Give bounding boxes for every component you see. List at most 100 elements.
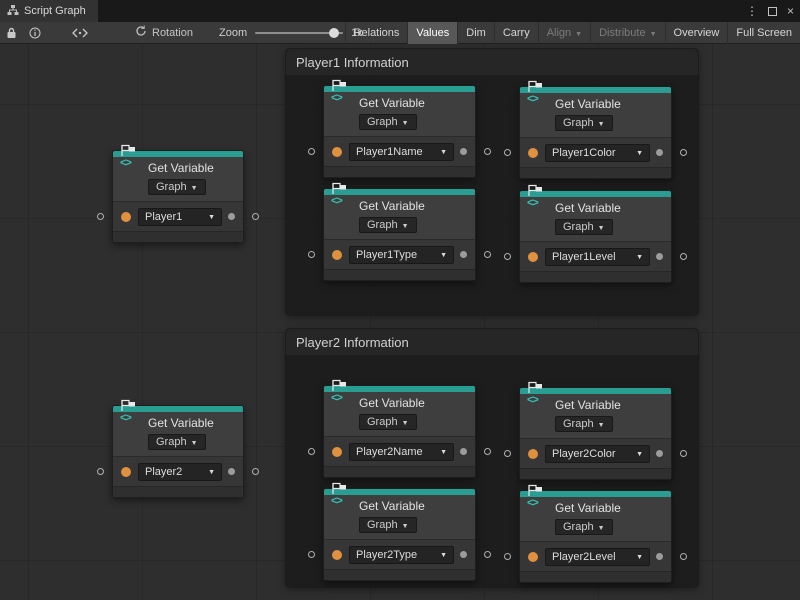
get-variable-node-player1type[interactable]: <> Get Variable Graph ▼ Player1Type ▼ [323, 188, 476, 281]
get-variable-node-player2level[interactable]: <> Get Variable Graph ▼ Player2Level ▼ [519, 490, 672, 583]
graph-kind-dropdown[interactable]: Graph ▼ [148, 434, 206, 450]
zoom-slider-handle[interactable] [329, 28, 339, 38]
value-output-dot[interactable] [460, 251, 467, 258]
variable-dropdown[interactable]: Player1 ▼ [138, 208, 222, 226]
input-port[interactable] [504, 253, 511, 260]
get-variable-node-player2name[interactable]: <> Get Variable Graph ▼ Player2Name ▼ [323, 385, 476, 478]
graph-kind-dropdown[interactable]: Graph ▼ [555, 115, 613, 131]
get-variable-node-player1color[interactable]: <> Get Variable Graph ▼ Player1Color ▼ [519, 86, 672, 179]
output-port[interactable] [484, 148, 491, 155]
toolbar-button-fullscreen[interactable]: Full Screen [727, 22, 800, 44]
value-output-dot[interactable] [228, 213, 235, 220]
variable-dropdown[interactable]: Player2 ▼ [138, 463, 222, 481]
maximize-icon[interactable] [768, 7, 777, 16]
value-output-dot[interactable] [656, 450, 663, 457]
get-variable-node-player1name[interactable]: <> Get Variable Graph ▼ Player1Name ▼ [323, 85, 476, 178]
variable-input-dot[interactable] [528, 552, 538, 562]
variable-input-dot[interactable] [528, 252, 538, 262]
variable-dropdown[interactable]: Player1Type ▼ [349, 246, 454, 264]
value-output-dot[interactable] [656, 253, 663, 260]
chevron-down-icon: ▼ [402, 223, 409, 230]
zoom-slider[interactable] [255, 27, 343, 39]
variable-dropdown[interactable]: Player1Level ▼ [545, 248, 650, 266]
get-variable-node-player2type[interactable]: <> Get Variable Graph ▼ Player2Type ▼ [323, 488, 476, 581]
variable-dropdown[interactable]: Player2Color ▼ [545, 445, 650, 463]
output-port[interactable] [252, 468, 259, 475]
get-variable-node-player2color[interactable]: <> Get Variable Graph ▼ Player2Color ▼ [519, 387, 672, 480]
variable-input-dot[interactable] [332, 550, 342, 560]
graph-kind-dropdown[interactable]: Graph ▼ [555, 416, 613, 432]
input-port[interactable] [308, 148, 315, 155]
toolbar-button-relations[interactable]: Relations [345, 22, 408, 44]
value-output-dot[interactable] [656, 553, 663, 560]
info-icon[interactable] [23, 22, 47, 44]
value-output-dot[interactable] [460, 551, 467, 558]
toolbar-button-overview[interactable]: Overview [665, 22, 728, 44]
graph-kind-dropdown[interactable]: Graph ▼ [148, 179, 206, 195]
get-variable-node-player1[interactable]: <> Get Variable Graph ▼ Player1 ▼ [112, 150, 244, 243]
graph-canvas[interactable]: Player1 Information Player2 Information … [0, 44, 800, 600]
variable-dropdown[interactable]: Player1Name ▼ [349, 143, 454, 161]
graph-kind-dropdown[interactable]: Graph ▼ [359, 414, 417, 430]
variable-input-dot[interactable] [121, 467, 131, 477]
toolbar-button-values[interactable]: Values [407, 22, 457, 44]
value-output-dot[interactable] [460, 148, 467, 155]
variable-input-dot[interactable] [332, 447, 342, 457]
chevron-down-icon: ▼ [636, 150, 643, 157]
toolbar-button-align[interactable]: Align ▼ [538, 22, 590, 44]
toolbar-button-distribute[interactable]: Distribute ▼ [590, 22, 664, 44]
input-port[interactable] [308, 251, 315, 258]
chevron-down-icon: ▼ [191, 185, 198, 192]
graph-kind-label: Graph [156, 181, 187, 193]
graph-kind-dropdown[interactable]: Graph ▼ [359, 217, 417, 233]
toolbar-button-carry[interactable]: Carry [494, 22, 538, 44]
input-port[interactable] [504, 553, 511, 560]
chevron-down-icon: ▼ [598, 422, 605, 429]
graph-kind-dropdown[interactable]: Graph ▼ [555, 519, 613, 535]
chevron-down-icon: ▼ [636, 254, 643, 261]
variable-dropdown[interactable]: Player2Type ▼ [349, 546, 454, 564]
output-port[interactable] [680, 149, 687, 156]
output-port[interactable] [252, 213, 259, 220]
input-port[interactable] [308, 551, 315, 558]
variable-chevrons-icon: <> [120, 412, 131, 424]
variable-dropdown[interactable]: Player2Level ▼ [545, 548, 650, 566]
output-port[interactable] [484, 251, 491, 258]
graph-kind-dropdown[interactable]: Graph ▼ [359, 517, 417, 533]
input-port[interactable] [504, 149, 511, 156]
tab-script-graph[interactable]: Script Graph [0, 0, 98, 22]
chevron-down-icon: ▼ [402, 120, 409, 127]
input-port[interactable] [504, 450, 511, 457]
output-port[interactable] [484, 551, 491, 558]
output-port[interactable] [680, 450, 687, 457]
variable-dropdown[interactable]: Player1Color ▼ [545, 144, 650, 162]
output-port[interactable] [680, 553, 687, 560]
get-variable-node-player1level[interactable]: <> Get Variable Graph ▼ Player1Level ▼ [519, 190, 672, 283]
graph-kind-dropdown[interactable]: Graph ▼ [555, 219, 613, 235]
variable-input-dot[interactable] [332, 147, 342, 157]
toolbar-button-dim[interactable]: Dim [457, 22, 494, 44]
variable-input-dot[interactable] [528, 148, 538, 158]
variable-input-dot[interactable] [528, 449, 538, 459]
chevron-down-icon: ▼ [208, 214, 215, 221]
window-menu-icon[interactable]: ⋮ [746, 5, 758, 17]
close-icon[interactable]: × [787, 5, 794, 17]
chevron-down-icon: ▼ [402, 420, 409, 427]
group-title[interactable]: Player2 Information [286, 329, 698, 355]
output-port[interactable] [680, 253, 687, 260]
variable-dropdown[interactable]: Player2Name ▼ [349, 443, 454, 461]
variable-input-dot[interactable] [121, 212, 131, 222]
input-port[interactable] [97, 468, 104, 475]
get-variable-node-player2[interactable]: <> Get Variable Graph ▼ Player2 ▼ [112, 405, 244, 498]
group-title[interactable]: Player1 Information [286, 49, 698, 75]
value-output-dot[interactable] [656, 149, 663, 156]
variable-input-dot[interactable] [332, 250, 342, 260]
code-toggle-icon[interactable] [65, 22, 95, 44]
value-output-dot[interactable] [228, 468, 235, 475]
lock-icon[interactable] [0, 22, 23, 44]
graph-kind-dropdown[interactable]: Graph ▼ [359, 114, 417, 130]
value-output-dot[interactable] [460, 448, 467, 455]
input-port[interactable] [308, 448, 315, 455]
input-port[interactable] [97, 213, 104, 220]
output-port[interactable] [484, 448, 491, 455]
